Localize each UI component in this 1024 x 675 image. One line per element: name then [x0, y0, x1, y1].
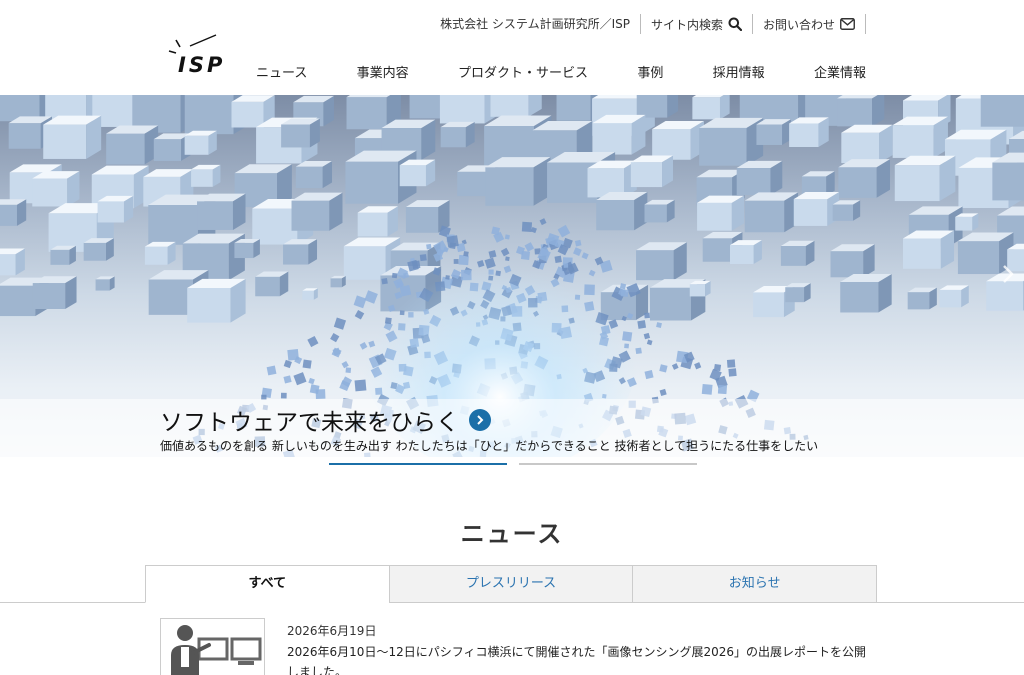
chevron-right-icon[interactable]: [469, 409, 491, 431]
news-date: 2026年6月19日: [287, 624, 377, 638]
site-search-label: サイト内検索: [650, 17, 723, 32]
slider-indicator-2[interactable]: [519, 463, 697, 465]
tab-notice[interactable]: お知らせ: [632, 565, 878, 603]
utility-bar: 株式会社 システム計画研究所／ISP サイト内検索 お問い合わせ: [440, 14, 866, 34]
nav-item-recruit[interactable]: 採用情報: [713, 62, 765, 82]
contact-link[interactable]: お問い合わせ: [753, 14, 866, 34]
isp-logo[interactable]: ISP: [168, 34, 232, 78]
global-nav: ニュース 事業内容 プロダクト・サービス 事例 採用情報 企業情報: [256, 62, 866, 82]
news-tabs: すべて プレスリリース お知らせ: [145, 565, 878, 603]
mail-icon: [840, 18, 855, 30]
nav-item-company[interactable]: 企業情報: [814, 62, 866, 82]
presenter-illustration-icon: [171, 625, 262, 675]
hero-title[interactable]: ソフトウェアで未来をひらく: [160, 403, 491, 437]
tab-press-release[interactable]: プレスリリース: [388, 565, 634, 603]
news-section-heading: ニュース: [460, 520, 564, 548]
tab-all[interactable]: すべて: [145, 565, 390, 603]
site-header: 株式会社 システム計画研究所／ISP サイト内検索 お問い合わせ ISP ニュー…: [0, 0, 1024, 95]
news-headline-link[interactable]: 2026年6月10日〜12日にパシフィコ横浜にて開催された「画像センシング展20…: [287, 642, 869, 675]
nav-item-case-studies[interactable]: 事例: [637, 62, 663, 82]
logo-text: ISP: [178, 53, 226, 77]
hero-slider: ソフトウェアで未来をひらく 価値あるものを創る 新しいものを生み出す わたしたち…: [0, 95, 1024, 457]
contact-label: お問い合わせ: [762, 17, 835, 32]
nav-item-products-services[interactable]: プロダクト・サービス: [458, 62, 588, 82]
company-name: 株式会社 システム計画研究所／ISP: [440, 14, 641, 34]
chevron-right-icon: [1003, 265, 1014, 283]
search-icon: [728, 17, 742, 31]
hero-subtitle: 価値あるものを創る 新しいものを生み出す わたしたちは「ひと」だからできること …: [160, 439, 819, 453]
site-search-link[interactable]: サイト内検索: [641, 14, 753, 34]
slider-next-button[interactable]: [1000, 263, 1016, 289]
nav-item-news[interactable]: ニュース: [256, 62, 307, 82]
hero-title-text: ソフトウェアで未来をひらく: [160, 410, 459, 436]
slider-indicator-1[interactable]: [329, 463, 507, 465]
nav-item-business[interactable]: 事業内容: [357, 62, 409, 82]
news-thumbnail[interactable]: [160, 618, 265, 675]
